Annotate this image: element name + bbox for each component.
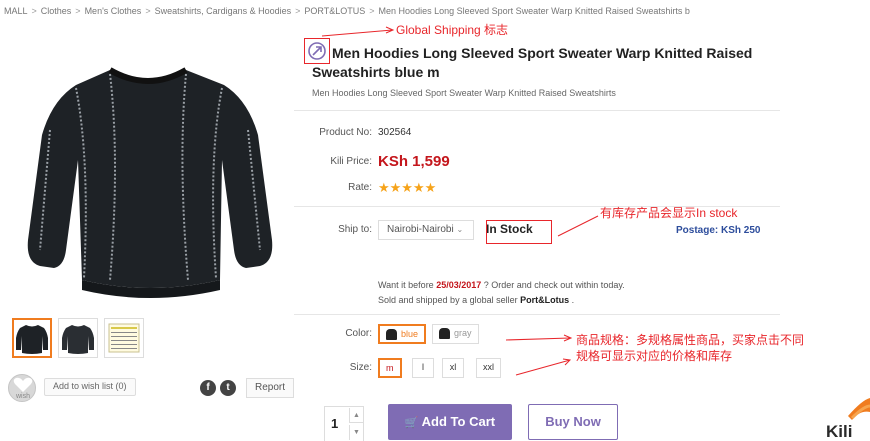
- breadcrumb-item-brand[interactable]: PORT&LOTUS: [304, 6, 365, 16]
- postage-value: Postage: KSh 250: [676, 225, 761, 236]
- size-option-l[interactable]: l: [412, 358, 434, 378]
- sweatshirt-swatch-icon: [439, 328, 450, 340]
- divider: [294, 110, 780, 111]
- quantity-stepper: 1 ▲ ▼: [324, 406, 364, 441]
- product-title-text: Men Hoodies Long Sleeved Sport Sweater W…: [312, 45, 753, 80]
- product-title: Men Hoodies Long Sleeved Sport Sweater W…: [312, 44, 772, 82]
- thumbnail-3[interactable]: [104, 318, 144, 358]
- breadcrumb-item-current: Men Hoodies Long Sleeved Sport Sweater W…: [378, 6, 690, 16]
- sweatshirt-swatch-icon: [386, 329, 397, 341]
- quantity-input[interactable]: 1: [331, 416, 338, 431]
- product-subtitle: Men Hoodies Long Sleeved Sport Sweater W…: [312, 88, 616, 98]
- seller-name: Port&Lotus: [520, 295, 570, 305]
- thumb-size-chart-icon: [108, 323, 140, 353]
- rate-label: Rate:: [348, 182, 372, 193]
- sweatshirt-image: [27, 67, 273, 298]
- wish-row: wish Add to wish list (0) f t Report: [8, 374, 295, 402]
- kili-logo-text: Kili: [826, 422, 853, 441]
- annotation-spec-line2: 规格可显示对应的价格和库存: [576, 349, 733, 363]
- annotation-global-shipping: Global Shipping 标志: [396, 23, 509, 37]
- quantity-decrease-icon[interactable]: ▼: [349, 425, 363, 440]
- kili-logo: Kili: [822, 396, 870, 441]
- global-shipping-badge: [304, 38, 330, 64]
- size-label: Size:: [349, 362, 372, 373]
- breadcrumb-item-mens-clothes[interactable]: Men's Clothes: [85, 6, 142, 16]
- delivery-date: 25/03/2017: [436, 280, 482, 290]
- annotation-stock-box: [486, 220, 552, 244]
- heart-icon: [13, 377, 33, 392]
- breadcrumb-item-sweatshirts[interactable]: Sweatshirts, Cardigans & Hoodies: [155, 6, 292, 16]
- twitter-share-icon[interactable]: t: [220, 380, 236, 396]
- product-no-label: Product No:: [319, 127, 372, 138]
- wish-heart-icon[interactable]: wish: [8, 374, 36, 402]
- airplane-icon: [308, 42, 326, 60]
- product-no-value: 302564: [378, 127, 412, 138]
- ship-to-label: Ship to:: [338, 224, 372, 235]
- annotation-spec-line1: 商品规格：多规格属性商品，买家点击不同: [576, 333, 805, 347]
- add-to-wishlist-button[interactable]: Add to wish list (0): [44, 378, 136, 396]
- breadcrumb-item-mall[interactable]: MALL: [4, 6, 28, 16]
- ship-to-select[interactable]: Nairobi-Nairobi ⌄: [378, 220, 474, 240]
- add-to-cart-button[interactable]: 🛒 Add To Cart: [388, 404, 512, 440]
- color-option-blue[interactable]: blue: [378, 324, 427, 344]
- facebook-share-icon[interactable]: f: [200, 380, 216, 396]
- buy-now-button[interactable]: Buy Now: [528, 404, 618, 440]
- quantity-increase-icon[interactable]: ▲: [349, 408, 363, 423]
- size-option-m[interactable]: m: [378, 358, 402, 378]
- annotation-in-stock: 有库存产品会显示In stock: [600, 206, 738, 220]
- ship-to-value: Nairobi-Nairobi: [387, 224, 454, 235]
- report-button[interactable]: Report: [246, 378, 295, 398]
- thumbnail-1[interactable]: [12, 318, 52, 358]
- thumb-sweatshirt-back-icon: [62, 325, 94, 354]
- size-option-xl[interactable]: xl: [442, 358, 464, 378]
- wish-icon-label: wish: [15, 393, 30, 400]
- delivery-note: Want it before 25/03/2017 ? Order and ch…: [378, 280, 625, 305]
- price-value: KSh 1,599: [378, 153, 450, 170]
- breadcrumb-item-clothes[interactable]: Clothes: [41, 6, 72, 16]
- size-option-xxl[interactable]: xxl: [476, 358, 501, 378]
- chevron-down-icon: ⌄: [456, 225, 464, 234]
- rating-stars: ★★★★★: [378, 180, 437, 195]
- divider: [294, 314, 780, 315]
- color-option-gray[interactable]: gray: [432, 324, 479, 344]
- breadcrumb: MALL > Clothes > Men's Clothes > Sweatshirts, …: [4, 6, 690, 16]
- cart-icon: 🛒: [404, 417, 422, 429]
- price-label: Kili Price:: [330, 156, 372, 167]
- color-label: Color:: [345, 328, 372, 339]
- product-main-image[interactable]: [10, 40, 286, 310]
- thumb-sweatshirt-front-icon: [16, 325, 48, 354]
- thumbnail-2[interactable]: [58, 318, 98, 358]
